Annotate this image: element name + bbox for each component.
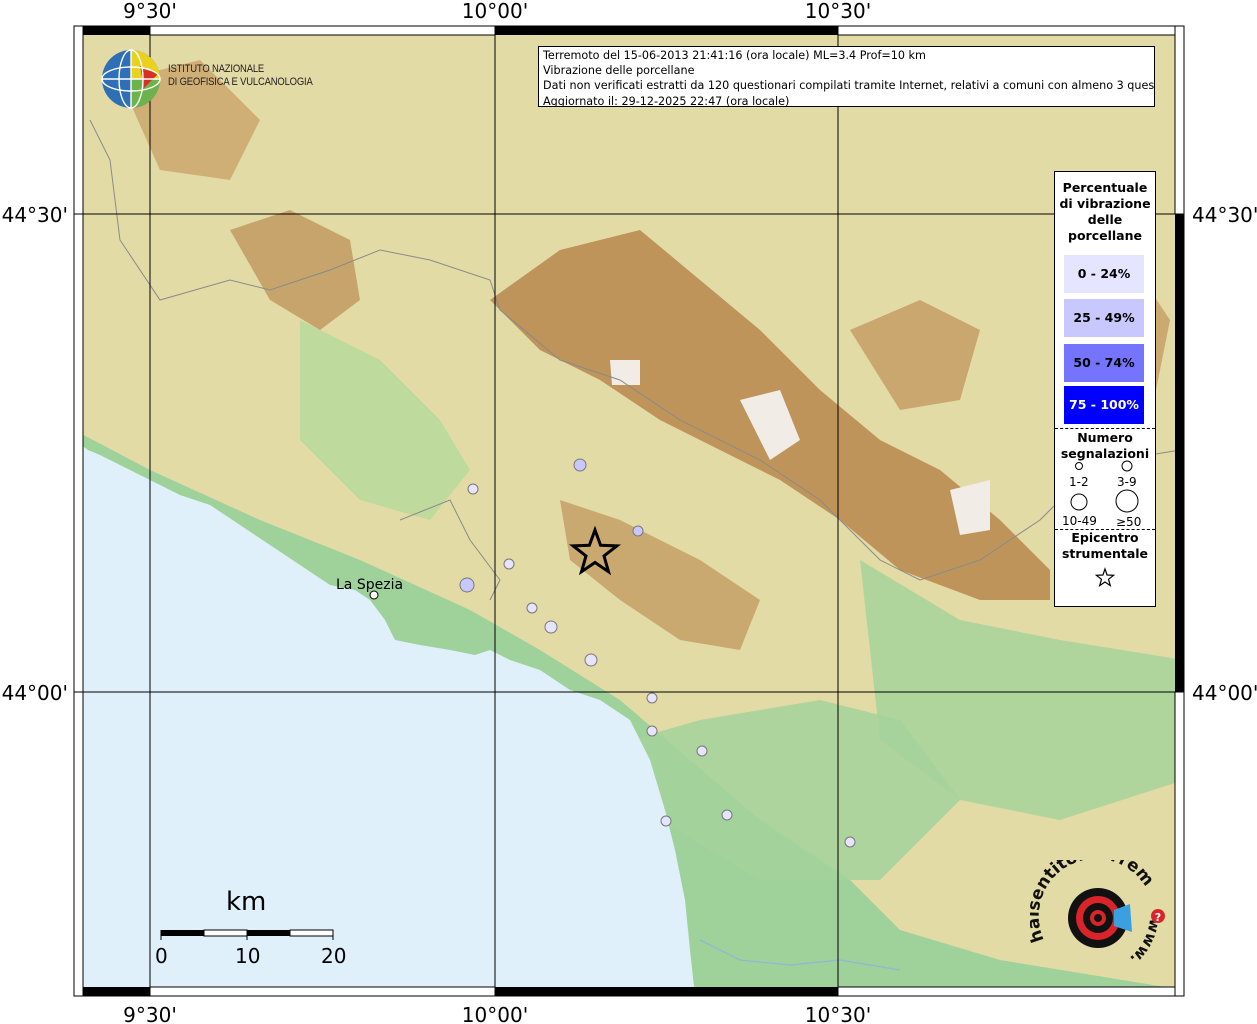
city-label-la-spezia: La Spezia [336,577,404,593]
observation-point[interactable] [503,558,515,570]
size-symbol-medium [1121,460,1133,472]
scale-bar-label-20: 20 [321,944,347,968]
ingv-logo-line2: DI GEOFISICA E VULCANOLOGIA [168,76,313,88]
legend-star-icon [1094,567,1116,588]
legend-epicenter-title: Epicentro strumentale [1055,530,1155,562]
map-legend: Percentuale di vibrazione delle porcella… [1054,171,1156,607]
ingv-logo: ISTITUTO NAZIONALE DI GEOFISICA E VULCAN… [100,48,330,110]
observation-point[interactable] [844,836,856,848]
ingv-logo-line1: ISTITUTO NAZIONALE [168,63,265,75]
event-info-line: Aggiornato il: 29-12-2025 22:47 (ora loc… [543,94,790,107]
lon-label-top-3: 10°30' [805,0,871,23]
scale-bar-label-0: 0 [155,944,168,968]
observation-point[interactable] [573,458,587,472]
legend-title-line: Percentuale [1062,180,1148,195]
lon-label-top-2: 10°00' [462,0,528,23]
legend-size-label: 3-9 [1117,475,1137,489]
lon-label-bottom-1: 9°30' [123,1003,177,1024]
legend-class-2: 50 - 74% [1064,344,1144,382]
hai-sentito-logo-prefix: www. [1127,917,1165,968]
legend-title-line: porcellane [1068,228,1142,243]
scale-bar-label-10: 10 [235,944,261,968]
legend-separator [1055,428,1155,429]
lat-label-right-1: 44°30' [1192,203,1257,227]
legend-title: Percentuale di vibrazione delle porcella… [1055,180,1155,244]
legend-size-label: ≥50 [1116,515,1142,529]
observation-point[interactable] [660,815,672,827]
legend-title-line: di vibrazione [1059,196,1151,211]
legend-epicenter-title-line: Epicentro [1071,530,1139,545]
legend-count-title-line: Numero [1077,430,1133,445]
relief-layer [74,26,1184,996]
size-symbol-small [1075,462,1083,470]
lat-label-left-2: 44°00' [2,681,68,705]
legend-title-line: delle [1087,212,1123,227]
size-symbol-large [1070,493,1088,511]
lat-label-left-1: 44°30' [2,203,68,227]
observation-point[interactable] [467,483,479,495]
lat-label-right-2: 44°00' [1192,681,1257,705]
ingv-globe-icon [101,49,161,109]
scale-bar-unit: km [226,887,267,917]
hai-sentito-logo: haisentitoilterremoto.it www. ? [1024,844,1170,980]
observation-point[interactable] [584,653,598,667]
observation-point[interactable] [544,620,558,634]
event-info-line: Vibrazione delle porcellane [543,64,695,78]
lon-label-bottom-2: 10°00' [462,1003,528,1024]
legend-class-1: 25 - 49% [1064,299,1144,337]
observation-point[interactable] [646,692,658,704]
event-info-line: Terremoto del 15-06-2013 21:41:16 (ora l… [543,49,926,62]
observation-point[interactable] [696,745,708,757]
observation-point[interactable] [459,577,475,593]
svg-text:?: ? [1155,911,1161,924]
event-info-box: Terremoto del 15-06-2013 21:41:16 (ora l… [538,46,1155,107]
observation-point[interactable] [526,602,538,614]
hai-sentito-logo-graphic: haisentitoilterremoto.it www. ? [1024,844,1165,968]
observation-point[interactable] [632,525,644,537]
legend-size-label: 1-2 [1069,475,1089,489]
lon-label-bottom-3: 10°30' [805,1003,871,1024]
legend-size-label: 10-49 [1062,514,1097,528]
legend-epicenter-title-line: strumentale [1061,546,1149,561]
event-info-line: Dati non verificati estratti da 120 ques… [543,79,1155,93]
legend-class-0: 0 - 24% [1064,255,1144,293]
size-symbol-xlarge [1115,489,1139,513]
legend-class-3: 75 - 100% [1064,386,1144,424]
lon-label-top-1: 9°30' [123,0,177,23]
observation-point[interactable] [721,809,733,821]
observation-point[interactable] [646,725,658,737]
